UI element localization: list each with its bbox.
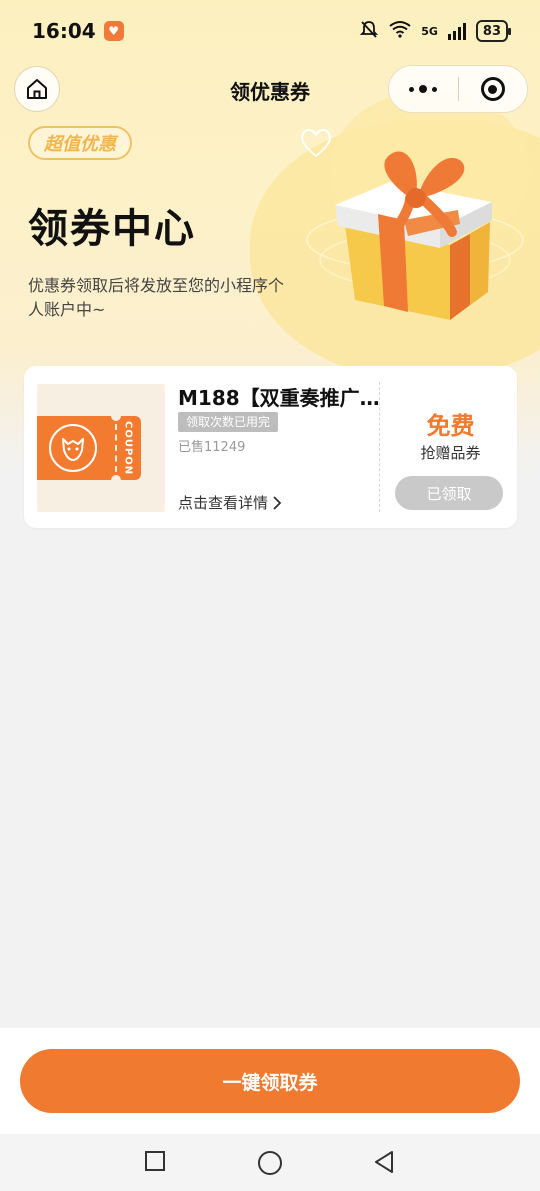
claimed-button[interactable]: 已领取 [395, 476, 503, 510]
ticket-notch-top [111, 411, 121, 421]
battery-indicator: 83 [475, 20, 512, 42]
hero-title: 领券中心 [28, 206, 196, 252]
promo-tag: 超值优惠 [28, 126, 132, 160]
back-triangle-icon[interactable] [372, 1150, 396, 1174]
coupon-type: 抢赠品券 [420, 444, 481, 462]
recent-apps-icon[interactable] [144, 1150, 166, 1172]
status-bar: 16:04 ♥ 5G 83 [0, 0, 540, 62]
card-divider [379, 382, 380, 512]
hero-description: 优惠券领取后将发放至您的小程序个人账户中~ [28, 276, 285, 319]
coupon-ticket-graphic: COUPON [37, 411, 141, 485]
system-navigation-bar [0, 1134, 540, 1191]
view-details-link[interactable]: 点击查看详情 [178, 492, 282, 513]
coupon-price: 免费 [426, 412, 475, 440]
brand-logo-icon [49, 424, 97, 472]
wifi-icon [389, 20, 411, 43]
close-target-icon [480, 77, 505, 101]
app-notification-icon: ♥ [103, 21, 124, 41]
coupon-title: M188【双重奏推广... [178, 386, 382, 410]
status-indicators: 5G 83 [359, 19, 512, 44]
chevron-right-icon [273, 495, 282, 510]
signal-icon [447, 22, 466, 40]
miniprogram-capsule [388, 65, 528, 113]
coupon-card[interactable]: COUPON M188【双重奏推广... 领取次数已用完 已售11249 点击查… [24, 366, 517, 528]
sold-count: 已售11249 [178, 440, 246, 455]
view-details-label: 点击查看详情 [178, 494, 269, 512]
close-button[interactable] [459, 77, 528, 101]
network-type: 5G [421, 24, 438, 38]
ticket-notch-bottom [111, 475, 121, 485]
claim-all-button[interactable]: 一键领取券 [20, 1049, 520, 1113]
coupon-thumb-label: COUPON [122, 420, 134, 476]
limit-reached-badge: 领取次数已用完 [178, 412, 279, 432]
more-button[interactable] [389, 85, 458, 93]
status-time: 16:04 [32, 19, 96, 43]
home-circle-icon[interactable] [257, 1150, 283, 1176]
gift-box-icon [306, 151, 524, 320]
coupon-thumbnail: COUPON [37, 384, 165, 512]
bottom-action-bar: 一键领取券 [0, 1028, 540, 1134]
mute-icon [359, 19, 379, 44]
navigation-bar: 领优惠券 [0, 62, 540, 116]
